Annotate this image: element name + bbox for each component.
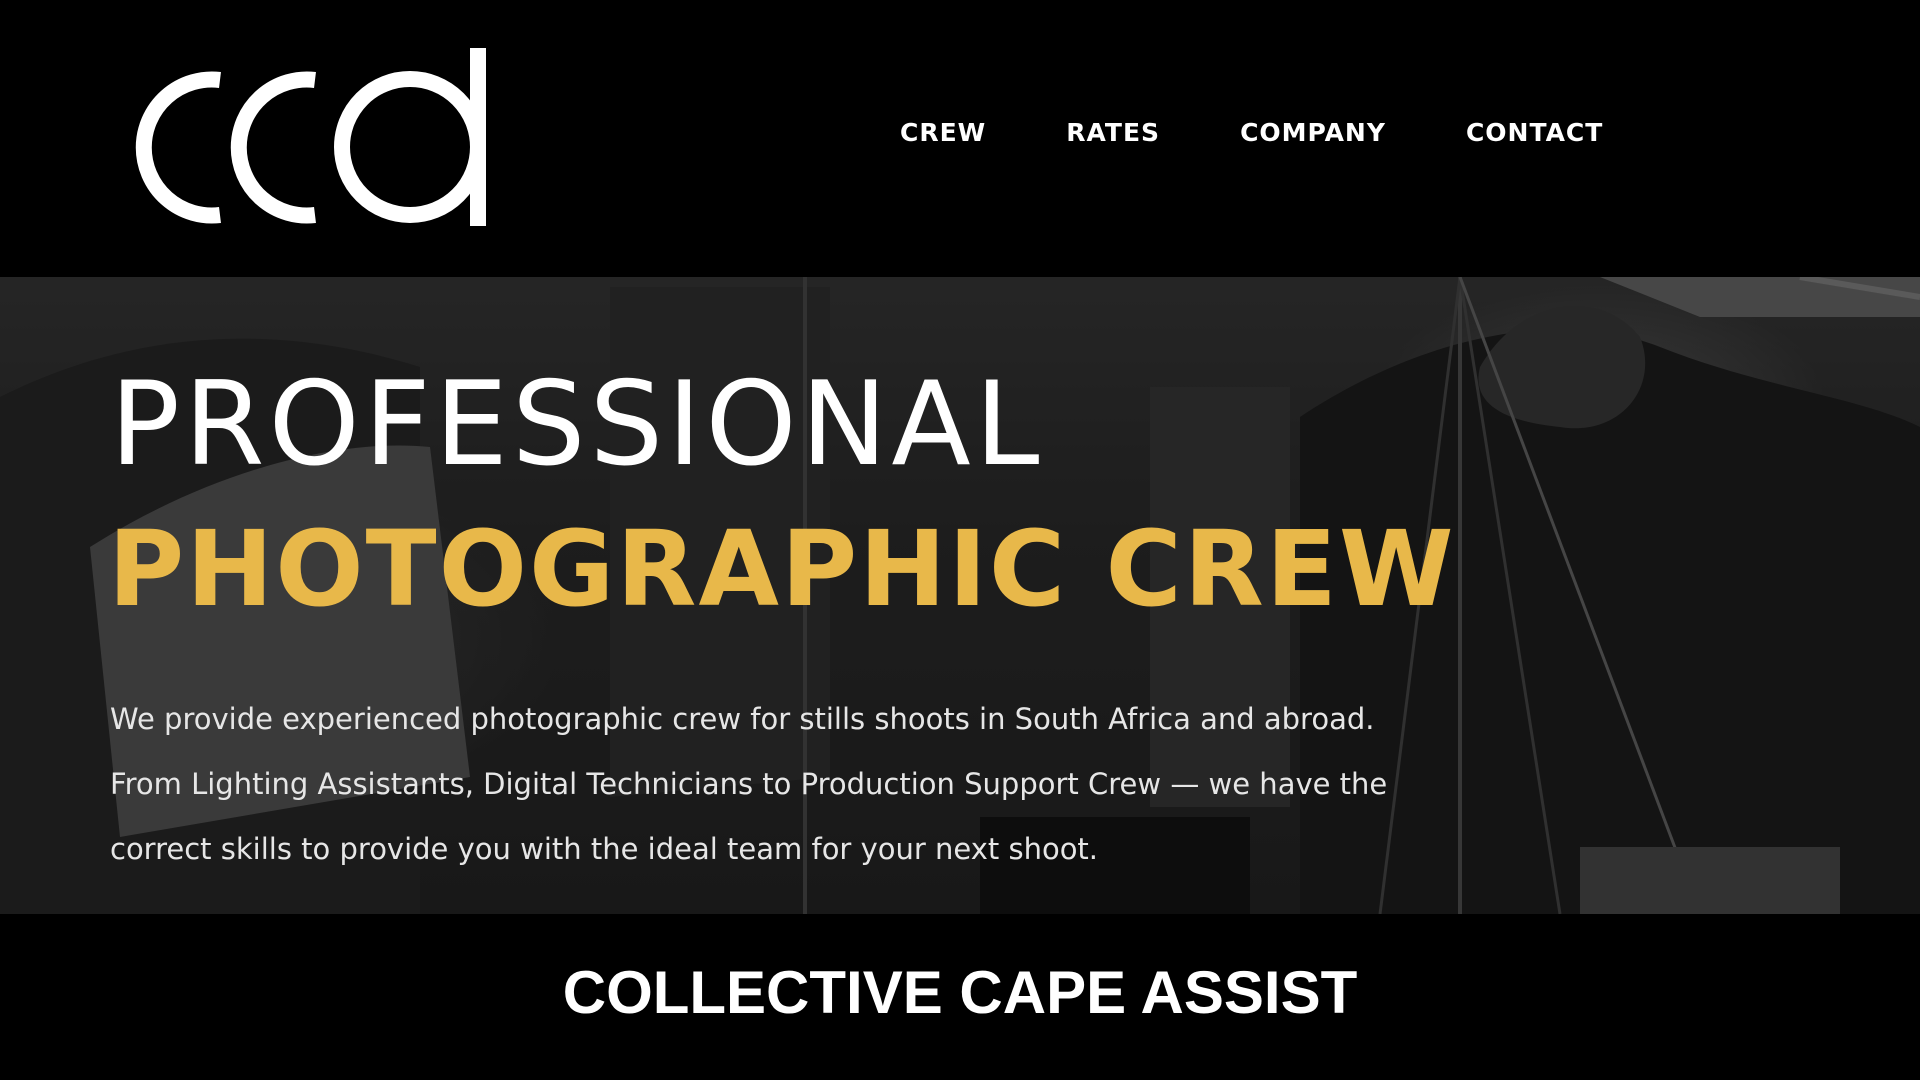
intro-line: We provide experienced photographic crew… [110, 702, 1375, 736]
nav-item-contact[interactable]: CONTACT [1466, 118, 1603, 147]
nav-item-company[interactable]: COMPANY [1240, 118, 1386, 147]
main-nav: CREW RATES COMPANY CONTACT [900, 118, 1683, 147]
nav-item-crew[interactable]: CREW [900, 118, 986, 147]
headline-photographic-crew: PHOTOGRAPHIC CREW [108, 508, 1456, 630]
site-header: CREW RATES COMPANY CONTACT [0, 0, 1920, 277]
intro-line: correct skills to provide you with the i… [110, 832, 1099, 866]
cca-logo-icon[interactable] [125, 40, 505, 240]
hero-section: PROFESSIONAL PHOTOGRAPHIC CREW We provid… [0, 277, 1920, 914]
headline-professional: PROFESSIONAL [110, 357, 1044, 492]
intro-paragraph: We provide experienced photographic crew… [110, 687, 1550, 882]
nav-item-rates[interactable]: RATES [1066, 118, 1160, 147]
caption-collective-cape-assist: COLLECTIVE CAPE ASSIST [562, 959, 1358, 1026]
intro-line: From Lighting Assistants, Digital Techni… [110, 767, 1388, 801]
